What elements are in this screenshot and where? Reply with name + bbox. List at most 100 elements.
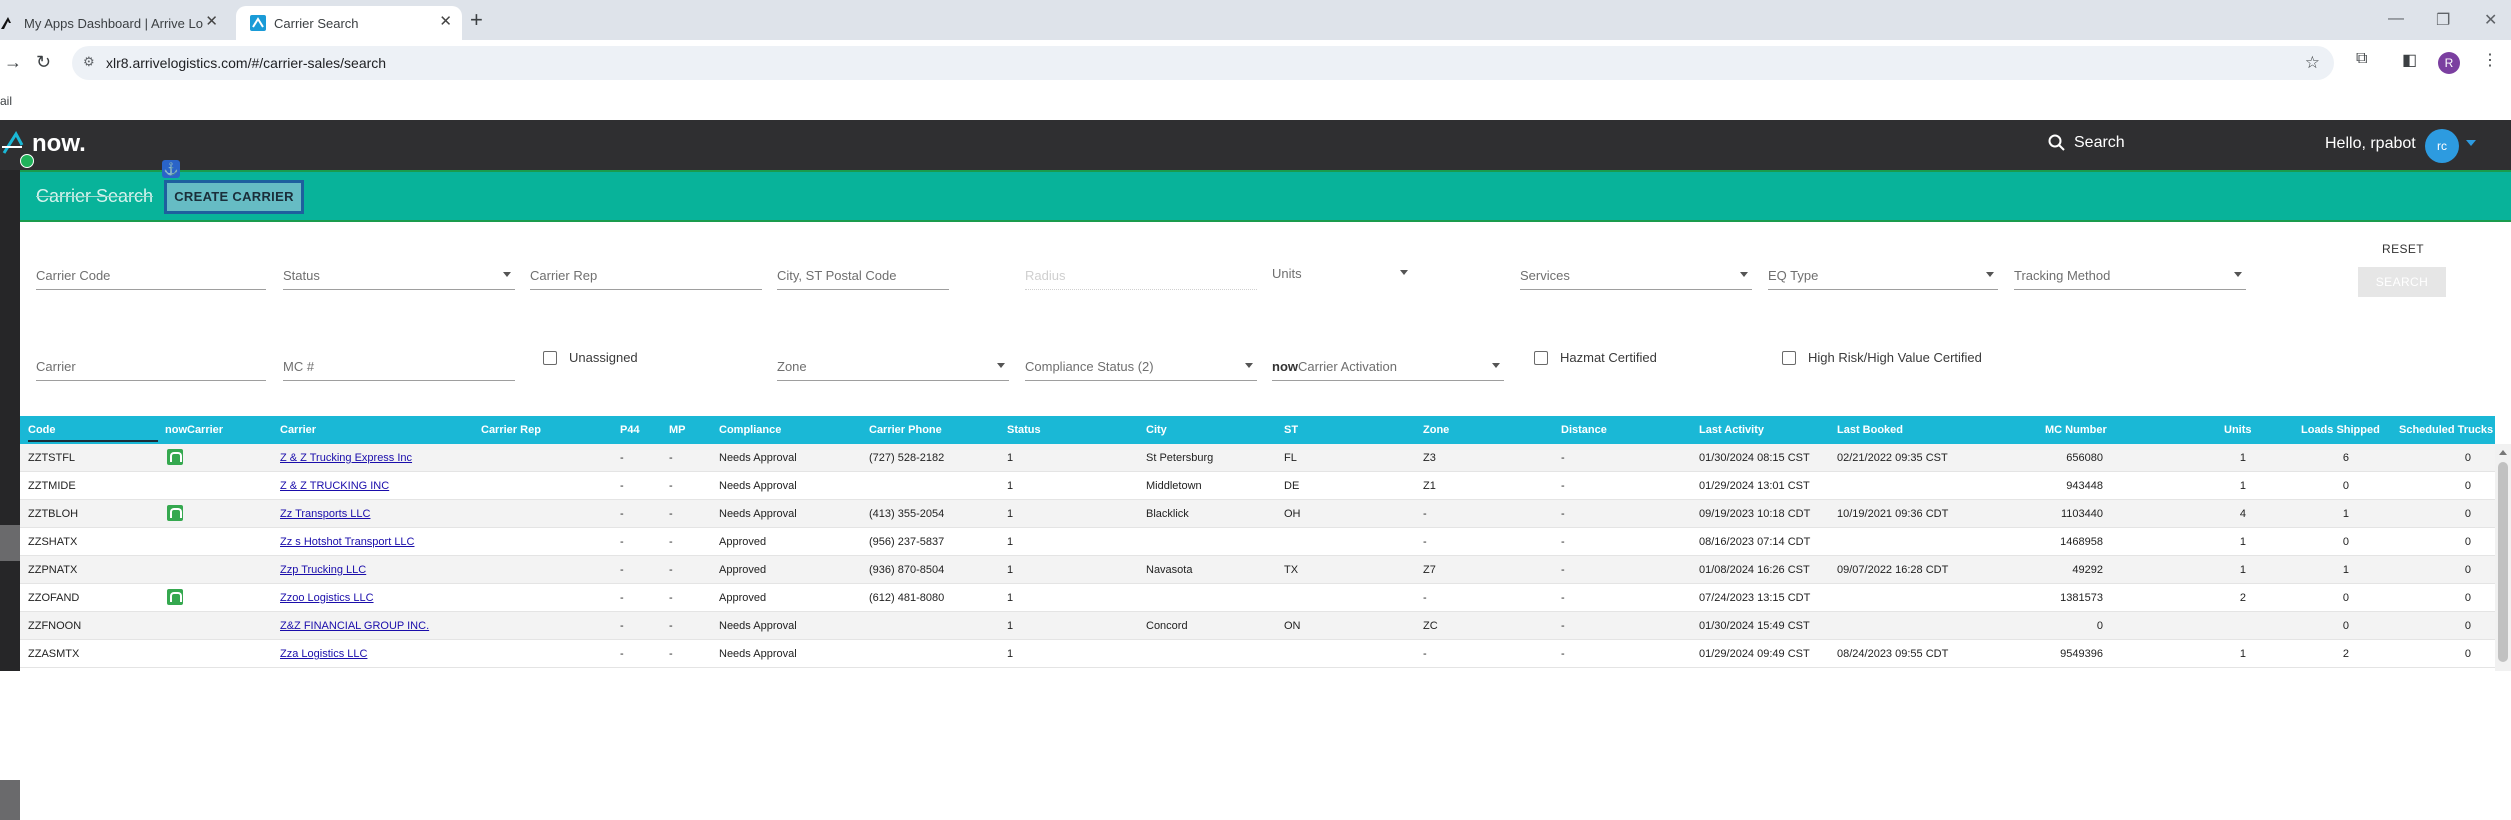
url-text[interactable]: xlr8.arrivelogistics.com/#/carrier-sales… — [106, 55, 386, 71]
col-header-code[interactable]: Code — [28, 424, 158, 442]
checkbox-box[interactable] — [543, 350, 557, 365]
table-scrollbar[interactable] — [2495, 444, 2511, 671]
close-icon[interactable]: ✕ — [439, 14, 452, 30]
col-header-mc-number[interactable]: MC Number — [2045, 424, 2107, 436]
browser-tab-carrier-search[interactable]: Carrier Search ✕ — [236, 6, 462, 40]
cell-units: 4 — [2239, 508, 2246, 520]
col-header-status[interactable]: Status — [1007, 424, 1041, 436]
col-header-units[interactable]: Units — [2224, 424, 2252, 436]
user-avatar[interactable]: rc — [2425, 129, 2459, 163]
reset-button[interactable]: RESET — [2382, 242, 2424, 256]
cell-carrier[interactable]: Zza Logistics LLC — [280, 648, 367, 660]
col-header-scheduled-trucks[interactable]: Scheduled Trucks — [2399, 424, 2493, 436]
search-button[interactable]: SEARCH — [2358, 267, 2446, 297]
now-logo[interactable]: now. — [2, 130, 86, 158]
restore-icon[interactable]: ❐ — [2436, 10, 2450, 30]
units-select[interactable]: Units — [1272, 256, 1412, 290]
table-row[interactable]: ZZTMIDE Z & Z TRUCKING INC - - Needs Approva… — [20, 472, 2495, 500]
cell-status: 1 — [1007, 452, 1014, 464]
col-header-p44[interactable]: P44 — [620, 424, 640, 436]
cell-carrier[interactable]: Z & Z Trucking Express Inc — [280, 452, 412, 464]
sidebar-block[interactable] — [0, 525, 20, 561]
col-header-city[interactable]: City — [1146, 424, 1167, 436]
tracking-method-select[interactable]: Tracking Method — [2014, 256, 2246, 290]
col-header-carrier[interactable]: Carrier — [280, 424, 316, 436]
minimize-icon[interactable]: — — [2388, 10, 2404, 28]
bookmark-item[interactable]: ail — [0, 94, 12, 108]
cell-carrier[interactable]: Zz s Hotshot Transport LLC — [280, 536, 415, 548]
cell-code: ZZASMTX — [28, 648, 80, 660]
table-row[interactable]: ZZPNATX Zzp Trucking LLC - - Approved (936) 8… — [20, 556, 2495, 584]
city-st-postal-field[interactable]: City, ST Postal Code — [777, 256, 949, 290]
table-row[interactable]: ZZTBLOH Zz Transports LLC - - Needs Approval… — [20, 500, 2495, 528]
new-tab-icon[interactable]: + — [470, 8, 483, 32]
cell-loads-shipped: 6 — [2342, 452, 2349, 464]
col-header-zone[interactable]: Zone — [1423, 424, 1449, 436]
cell-phone: (956) 237-5837 — [869, 536, 945, 548]
scrollbar-thumb[interactable] — [2498, 462, 2508, 662]
status-select[interactable]: Status — [283, 256, 515, 290]
high-risk-checkbox[interactable]: High Risk/High Value Certified — [1782, 350, 1982, 365]
cell-loads-shipped: 0 — [2342, 536, 2349, 548]
table-row[interactable]: ZZOFAND Zzoo Logistics LLC - - Approved (612)… — [20, 584, 2495, 612]
cell-carrier[interactable]: Z&Z FINANCIAL GROUP INC. — [280, 620, 429, 632]
table-row[interactable]: ZZFNOON Z&Z FINANCIAL GROUP INC. - - Needs A… — [20, 612, 2495, 640]
close-icon[interactable]: ✕ — [205, 14, 218, 30]
checkbox-box[interactable] — [1782, 350, 1796, 365]
sidepanel-icon[interactable]: ◧ — [2402, 50, 2417, 70]
cell-mp: - — [669, 536, 673, 548]
col-header-last-activity[interactable]: Last Activity — [1699, 424, 1764, 436]
unassigned-checkbox[interactable]: Unassigned — [543, 350, 638, 365]
forward-icon[interactable]: → — [4, 52, 22, 72]
extensions-icon[interactable]: ⧉ — [2356, 50, 2367, 68]
table-row[interactable]: ZZSHATX Zz s Hotshot Transport LLC - - Appro… — [20, 528, 2495, 556]
omnibox[interactable]: ⚙ xlr8.arrivelogistics.com/#/carrier-sal… — [72, 46, 2334, 80]
settings-badge-icon[interactable] — [20, 154, 34, 168]
col-header-st[interactable]: ST — [1284, 424, 1298, 436]
hazmat-checkbox[interactable]: Hazmat Certified — [1534, 350, 1657, 365]
cell-carrier[interactable]: Z & Z TRUCKING INC — [280, 480, 389, 492]
eq-type-select[interactable]: EQ Type — [1768, 256, 1998, 290]
cell-scheduled-trucks: 0 — [2464, 620, 2471, 632]
carrier-activation-select[interactable]: nowCarrier Activation — [1272, 347, 1504, 381]
col-header-mp[interactable]: MP — [669, 424, 686, 436]
create-carrier-button[interactable]: CREATE CARRIER — [164, 180, 304, 214]
carrier-rep-field[interactable]: Carrier Rep — [530, 256, 762, 290]
col-header-carrier-phone[interactable]: Carrier Phone — [869, 424, 942, 436]
cell-carrier[interactable]: Zzp Trucking LLC — [280, 564, 366, 576]
site-info-icon[interactable]: ⚙ — [83, 54, 95, 70]
profile-avatar[interactable]: R — [2438, 52, 2460, 74]
browser-tab-apps-dashboard[interactable]: My Apps Dashboard | Arrive Lo ✕ — [0, 6, 228, 40]
anchor-icon[interactable]: ⚓ — [162, 160, 180, 178]
carrier-code-field[interactable]: Carrier Code — [36, 256, 266, 290]
cell-mp: - — [669, 648, 673, 660]
checkbox-box[interactable] — [1534, 350, 1548, 365]
col-header-last-booked[interactable]: Last Booked — [1837, 424, 1903, 436]
sidebar-block[interactable] — [0, 780, 20, 820]
menu-kebab-icon[interactable]: ⋮ — [2482, 50, 2498, 70]
services-select[interactable]: Services — [1520, 256, 1752, 290]
mc-number-field[interactable]: MC # — [283, 347, 515, 381]
zone-select[interactable]: Zone — [777, 347, 1009, 381]
close-window-icon[interactable]: ✕ — [2484, 10, 2497, 30]
header-search[interactable]: Search — [2048, 134, 2125, 152]
carrier-field[interactable]: Carrier — [36, 347, 266, 381]
col-header-carrier-rep[interactable]: Carrier Rep — [481, 424, 541, 436]
cell-carrier[interactable]: Zz Transports LLC — [280, 508, 370, 520]
col-header-loads-shipped[interactable]: Loads Shipped — [2301, 424, 2380, 436]
cell-carrier[interactable]: Zzoo Logistics LLC — [280, 592, 374, 604]
table-row[interactable]: ZZASMTX Zza Logistics LLC - - Needs Approval… — [20, 640, 2495, 668]
cell-last-activity: 01/08/2024 16:26 CST — [1699, 564, 1810, 576]
checkbox-label: High Risk/High Value Certified — [1808, 350, 1982, 365]
col-header-compliance[interactable]: Compliance — [719, 424, 781, 436]
cell-p44: - — [620, 564, 624, 576]
bookmark-star-icon[interactable]: ☆ — [2305, 53, 2320, 73]
compliance-status-select[interactable]: Compliance Status (2) — [1025, 347, 1257, 381]
cell-loads-shipped: 1 — [2342, 564, 2349, 576]
scroll-up-icon[interactable] — [2499, 450, 2507, 455]
reload-icon[interactable]: ↻ — [36, 52, 51, 72]
chevron-down-icon[interactable] — [2466, 140, 2476, 146]
col-header-nowcarrier[interactable]: nowCarrier — [165, 424, 223, 436]
table-row[interactable]: ZZTSTFL Z & Z Trucking Express Inc - - Needs… — [20, 444, 2495, 472]
col-header-distance[interactable]: Distance — [1561, 424, 1607, 436]
